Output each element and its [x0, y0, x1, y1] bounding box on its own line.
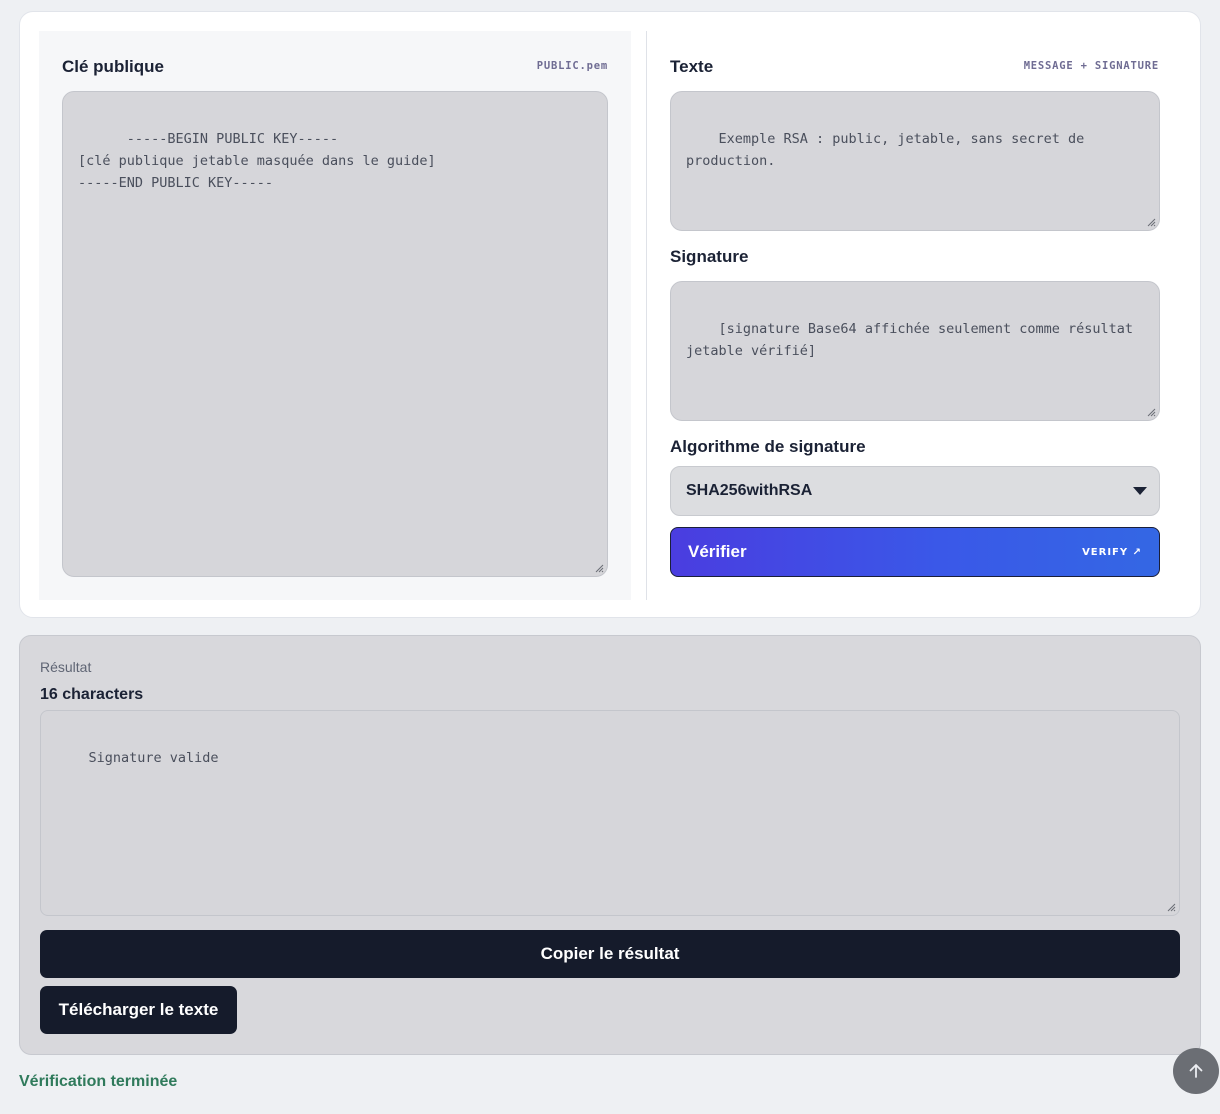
- text-format-tag: MESSAGE + SIGNATURE: [1023, 60, 1159, 72]
- copy-result-button[interactable]: Copier le résultat: [40, 930, 1180, 978]
- message-textarea[interactable]: Exemple RSA : public, jetable, sans secr…: [670, 91, 1160, 231]
- resize-grip-icon[interactable]: [1166, 902, 1176, 912]
- result-card: Résultat 16 characters Signature valide …: [19, 635, 1201, 1055]
- public-key-format-tag: PUBLIC.pem: [536, 60, 608, 72]
- result-label: Résultat: [40, 659, 92, 675]
- verify-button[interactable]: Vérifier VERIFY ↗: [670, 527, 1160, 577]
- signature-value: [signature Base64 affichée seulement com…: [686, 321, 1142, 359]
- arrow-up-icon: [1189, 1064, 1203, 1078]
- signature-textarea[interactable]: [signature Base64 affichée seulement com…: [670, 281, 1160, 421]
- verify-button-label: Vérifier: [688, 542, 747, 561]
- algorithm-label: Algorithme de signature: [670, 437, 866, 456]
- panel-divider: [646, 31, 647, 600]
- download-text-button[interactable]: Télécharger le texte: [40, 986, 237, 1034]
- message-value: Exemple RSA : public, jetable, sans secr…: [686, 131, 1093, 169]
- text-label: Texte: [670, 57, 714, 76]
- public-key-value: -----BEGIN PUBLIC KEY----- [clé publique…: [78, 131, 436, 191]
- algorithm-select[interactable]: SHA256withRSA: [670, 466, 1160, 516]
- caret-down-icon: [1133, 487, 1147, 495]
- public-key-panel: Clé publique PUBLIC.pem -----BEGIN PUBLI…: [39, 31, 631, 600]
- status-message: Vérification terminée: [19, 1073, 178, 1090]
- resize-grip-icon[interactable]: [1146, 217, 1156, 227]
- result-textarea[interactable]: Signature valide: [40, 710, 1180, 916]
- verify-form-card: Clé publique PUBLIC.pem -----BEGIN PUBLI…: [19, 11, 1201, 618]
- scroll-to-top-button[interactable]: [1173, 1048, 1219, 1094]
- resize-grip-icon[interactable]: [1146, 407, 1156, 417]
- public-key-textarea[interactable]: -----BEGIN PUBLIC KEY----- [clé publique…: [62, 91, 608, 577]
- algorithm-selected-value: SHA256withRSA: [686, 482, 813, 499]
- signature-label: Signature: [670, 247, 749, 266]
- public-key-label: Clé publique: [62, 57, 164, 76]
- resize-grip-icon[interactable]: [594, 563, 604, 573]
- result-value: Signature valide: [88, 750, 219, 766]
- verify-button-sub-label: VERIFY ↗: [1082, 546, 1142, 558]
- result-character-count: 16 characters: [40, 686, 144, 703]
